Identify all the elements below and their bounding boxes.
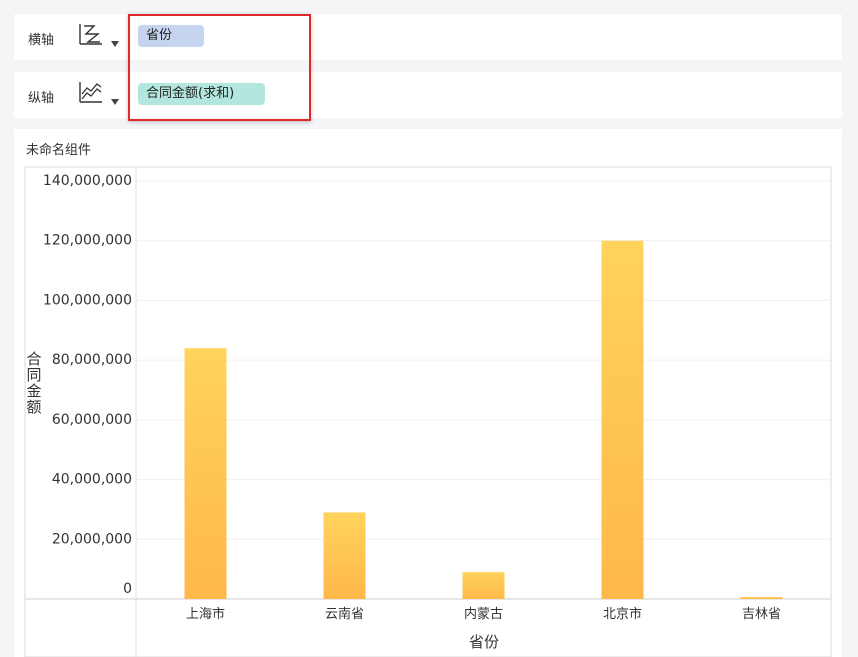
y-axis-shelf: 纵轴 合同金额(求和)	[14, 72, 842, 118]
bar	[601, 240, 644, 599]
chevron-down-icon	[111, 99, 119, 105]
x-axis-label: 横轴	[28, 33, 55, 48]
y-tick-label: 0	[123, 581, 132, 597]
y-tick-label: 120,000,000	[43, 233, 132, 249]
y-tick-label: 20,000,000	[52, 531, 132, 547]
y-tick-label: 40,000,000	[52, 472, 132, 488]
y-axis-label: 纵轴	[28, 91, 55, 106]
x-axis-field-pill[interactable]: 省份	[138, 25, 204, 47]
bar	[184, 348, 227, 599]
y-tick-label: 60,000,000	[52, 412, 132, 428]
x-axis-title: 省份	[469, 633, 499, 651]
bar-chart: 0 20,000,000 40,000,000 60,000,000 80,000,00…	[24, 166, 832, 657]
y-tick-label: 80,000,000	[52, 352, 132, 368]
x-tick-label: 云南省	[325, 606, 364, 622]
bar	[740, 597, 783, 599]
y-axis-field-pill[interactable]: 合同金额(求和)	[138, 83, 265, 105]
bar	[462, 572, 505, 599]
y-tick-label: 140,000,000	[43, 173, 132, 189]
y-chart-type-dropdown[interactable]	[78, 80, 120, 110]
x-tick-label: 吉林省	[742, 607, 781, 622]
x-tick-label: 北京市	[603, 606, 642, 622]
chart-panel: 未命名组件 0 20,000,000 40,000,000 60,000,000 80,…	[14, 129, 842, 657]
chevron-down-icon	[111, 41, 119, 47]
y-tick-label: 100,000,000	[43, 292, 132, 308]
line-chart-icon	[79, 82, 102, 103]
zigzag-chart-icon	[79, 24, 102, 45]
x-chart-type-dropdown[interactable]	[78, 22, 120, 52]
y-axis-title: 合同金额	[26, 350, 41, 416]
x-tick-label: 内蒙古	[464, 606, 503, 622]
x-tick-label: 上海市	[186, 606, 225, 622]
bar	[323, 512, 366, 599]
x-axis-shelf: 横轴 省份	[14, 14, 842, 60]
